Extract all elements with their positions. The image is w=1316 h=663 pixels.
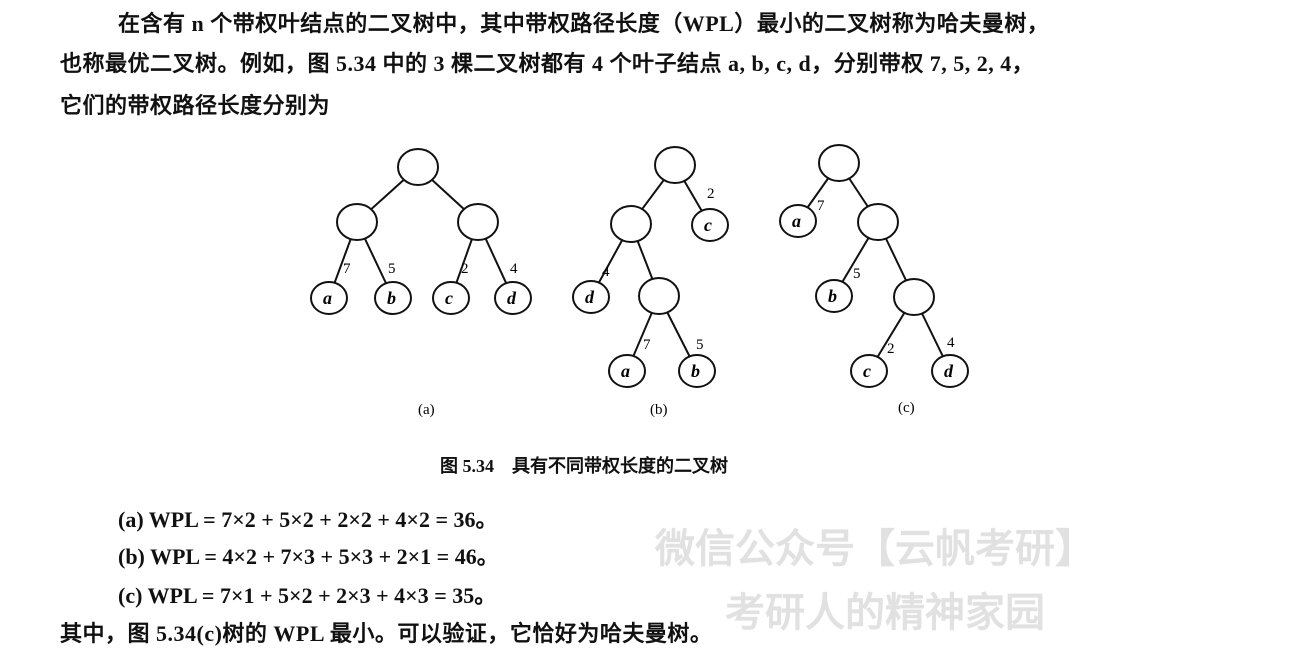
- tree-c-weight-b: 5: [853, 266, 861, 282]
- tree-c-internal-node: [893, 278, 935, 316]
- tree-c-leaf-b-label: b: [828, 286, 837, 306]
- watermark-line-2: 考研人的精神家园: [725, 590, 1045, 636]
- tree-c-sublabel: (c): [898, 400, 915, 416]
- tree-a-leaf-a-label: a: [323, 288, 332, 308]
- tree-b-weight-d: 4: [602, 264, 610, 280]
- formula-a: (a) WPL = 7×2 + 5×2 + 2×2 + 4×2 = 36。: [118, 507, 498, 532]
- tree-a-weight-b: 5: [388, 261, 396, 277]
- tree-a-weight-c: 2: [461, 261, 469, 277]
- formula-c: (c) WPL = 7×1 + 5×2 + 2×3 + 4×3 = 35。: [118, 583, 497, 608]
- tree-b-leaf-d-label: d: [585, 287, 595, 307]
- tree-b-leaf-b-label: b: [691, 361, 700, 381]
- tree-a-leaf-b-label: b: [387, 288, 396, 308]
- tree-b-leaf-c-label: c: [704, 215, 712, 235]
- conclusion-text: 其中，图 5.34(c)树的 WPL 最小。可以验证，它恰好为哈夫曼树。: [60, 621, 713, 646]
- tree-a-leaf-c-label: c: [445, 288, 453, 308]
- tree-c-leaf-d-label: d: [944, 361, 954, 381]
- tree-b-leaf-a-label: a: [621, 361, 630, 381]
- tree-b-weight-c: 2: [707, 186, 715, 202]
- tree-b-internal-node: [610, 205, 652, 243]
- tree-a-root-node: [397, 148, 439, 186]
- tree-c-internal-node: [857, 203, 899, 241]
- tree-b-sublabel: (b): [650, 402, 668, 418]
- tree-a-internal-node: [457, 203, 499, 241]
- tree-a-leaf-d-label: d: [507, 288, 517, 308]
- tree-a-sublabel: (a): [418, 402, 435, 418]
- tree-c-weight-c: 2: [887, 341, 895, 357]
- tree-c-weight-a: 7: [817, 198, 825, 214]
- tree-b-weight-a: 7: [643, 337, 651, 353]
- tree-c-leaf-c-label: c: [863, 361, 871, 381]
- tree-c-weight-d: 4: [947, 335, 955, 351]
- tree-b-internal-node: [638, 277, 680, 315]
- tree-b: c d a b 2 4 7 5 (b): [572, 146, 729, 418]
- watermark-line-1: 微信公众号【云帆考研】: [655, 526, 1095, 572]
- tree-c-leaf-a-label: a: [792, 211, 801, 231]
- tree-c-root-node: [818, 144, 860, 182]
- tree-a: a b c d 7 5 2 4 (a): [310, 148, 532, 418]
- tree-c: a b c d 7 5 2 4 (c): [779, 144, 969, 416]
- figure-caption: 图 5.34 具有不同带权长度的二叉树: [440, 456, 728, 476]
- tree-b-weight-b: 5: [696, 337, 704, 353]
- tree-a-internal-node: [336, 203, 378, 241]
- tree-b-root-node: [654, 146, 696, 184]
- tree-a-weight-a: 7: [343, 261, 351, 277]
- formula-b: (b) WPL = 4×2 + 7×3 + 5×3 + 2×1 = 46。: [118, 544, 499, 569]
- tree-a-weight-d: 4: [510, 261, 518, 277]
